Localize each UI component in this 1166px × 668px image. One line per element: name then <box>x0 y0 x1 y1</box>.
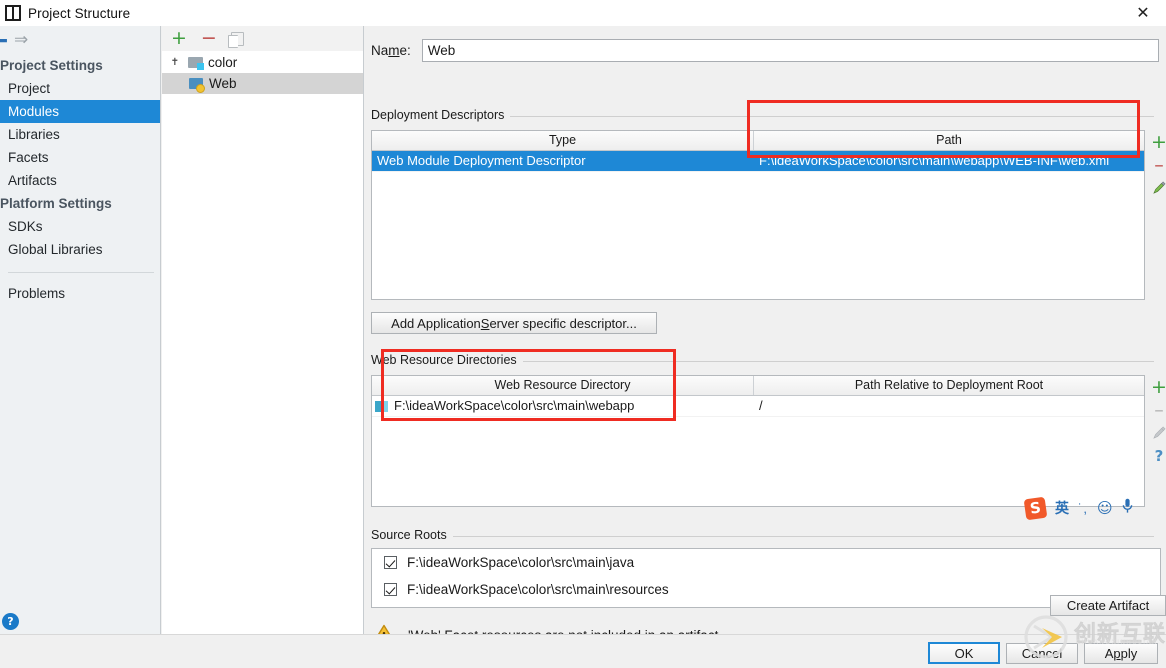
source-roots-title: Source Roots <box>371 528 453 542</box>
idea-icon <box>5 5 21 21</box>
list-item-label: F:\ideaWorkSpace\color\src\main\resource… <box>407 582 669 597</box>
deployment-descriptors-tools: + – <box>1148 132 1166 195</box>
apply-button[interactable]: Ap ply <box>1084 643 1158 664</box>
edit-icon <box>1152 426 1166 440</box>
name-input[interactable] <box>421 39 1159 62</box>
ok-button[interactable]: OK <box>928 642 1000 664</box>
ime-microphone-icon[interactable] <box>1122 498 1133 518</box>
tree-node-web[interactable]: Web <box>162 73 363 94</box>
sidebar-item-global-libraries[interactable]: Global Libraries <box>0 238 160 261</box>
back-arrow-icon[interactable]: ⬅ <box>0 33 12 47</box>
cell-type: Web Module Deployment Descriptor <box>377 153 586 168</box>
ime-punctuation-icon[interactable]: ˙, <box>1078 501 1088 516</box>
sidebar-group-project-settings: Project Settings <box>0 58 103 73</box>
group-divider <box>371 536 1154 537</box>
name-label: Name: <box>371 43 411 58</box>
list-item-label: F:\ideaWorkSpace\color\src\main\java <box>407 555 635 570</box>
ime-mode-icon[interactable]: 英 <box>1055 498 1069 518</box>
ime-emoji-icon[interactable]: ☺ <box>1097 499 1113 517</box>
web-facet-icon <box>189 77 205 93</box>
checkbox[interactable] <box>384 556 397 569</box>
module-folder-icon <box>188 56 204 70</box>
web-resource-directories-tools: + – ? <box>1148 377 1166 464</box>
web-resource-directories-group: Web Resource Directories <box>371 353 1154 367</box>
folder-icon <box>375 400 388 412</box>
tree-node-label: Web <box>209 76 237 91</box>
checkbox[interactable] <box>384 583 397 596</box>
cell-path: F:\ideaWorkSpace\color\src\main\webapp\W… <box>759 153 1110 168</box>
deployment-descriptors-table[interactable]: Type Path Web Module Deployment Descript… <box>371 130 1145 300</box>
help-icon[interactable]: ? <box>1155 449 1164 464</box>
sidebar-item-sdks[interactable]: SDKs <box>0 215 160 238</box>
modules-tree-panel: + − ✝ color Web <box>162 26 364 634</box>
add-icon[interactable]: + <box>1151 378 1166 397</box>
sidebar-item-libraries[interactable]: Libraries <box>0 123 160 146</box>
cell-web-resource-directory: F:\ideaWorkSpace\color\src\main\webapp <box>372 396 754 416</box>
table-header: Web Resource Directory Path Relative to … <box>372 376 1144 396</box>
table-header: Type Path <box>372 131 1144 151</box>
window-title: Project Structure <box>28 5 131 21</box>
cell-text: F:\ideaWorkSpace\color\src\main\webapp <box>394 398 635 413</box>
sidebar-item-artifacts[interactable]: Artifacts <box>0 169 160 192</box>
sogou-logo-icon[interactable]: S <box>1023 496 1048 520</box>
sidebar-item-problems[interactable]: Problems <box>0 282 160 305</box>
edit-icon[interactable] <box>1152 181 1166 195</box>
tree-node-color[interactable]: ✝ color <box>162 52 363 73</box>
modules-tree-toolbar: + − <box>162 26 363 52</box>
column-header-type[interactable]: Type <box>372 131 754 150</box>
cancel-button[interactable]: Cancel <box>1006 643 1078 664</box>
source-roots-list: F:\ideaWorkSpace\color\src\main\java F:\… <box>371 548 1161 608</box>
tree-node-label: color <box>208 55 238 70</box>
title-bar: Project Structure ✕ <box>0 0 1166 26</box>
forward-arrow-icon[interactable]: ⇒ <box>14 31 34 48</box>
web-resource-directories-table[interactable]: Web Resource Directory Path Relative to … <box>371 375 1145 507</box>
chevron-down-icon[interactable]: ✝ <box>168 57 182 68</box>
sidebar-item-project[interactable]: Project <box>0 77 160 100</box>
copy-icon[interactable] <box>227 31 244 48</box>
table-row[interactable]: Web Module Deployment Descriptor F:\idea… <box>372 151 1144 172</box>
sidebar-item-modules[interactable]: Modules <box>0 100 160 123</box>
sidebar-group-platform-settings: Platform Settings <box>0 196 112 211</box>
add-app-server-descriptor-button[interactable]: Add Application Server specific descript… <box>371 312 657 334</box>
sidebar-nav-toolbar: ⬅ ⇒ <box>0 26 160 54</box>
create-artifact-button[interactable]: Create Artifact <box>1050 595 1166 616</box>
project-structure-dialog: Project Structure ✕ ⬅ ⇒ Project Settings… <box>0 0 1166 668</box>
add-icon[interactable]: + <box>1151 133 1166 152</box>
deployment-descriptors-title: Deployment Descriptors <box>371 108 511 122</box>
deployment-descriptors-group: Deployment Descriptors <box>371 108 1154 122</box>
close-icon[interactable]: ✕ <box>1126 2 1160 24</box>
name-row: Name: <box>371 39 1159 62</box>
table-row[interactable]: F:\ideaWorkSpace\color\src\main\webapp / <box>372 396 1144 417</box>
remove-icon: – <box>1154 399 1164 421</box>
remove-module-icon[interactable]: − <box>201 29 217 48</box>
remove-icon[interactable]: – <box>1154 156 1164 175</box>
sidebar-item-facets[interactable]: Facets <box>0 146 160 169</box>
cell-relative-path: / <box>759 398 763 413</box>
help-icon[interactable]: ? <box>2 613 19 630</box>
column-header-path[interactable]: Path <box>754 131 1144 150</box>
list-item[interactable]: F:\ideaWorkSpace\color\src\main\java <box>372 549 1160 576</box>
module-detail-panel: Name: Deployment Descriptors Type Path W… <box>365 26 1166 646</box>
sidebar-divider <box>8 272 154 273</box>
list-item[interactable]: F:\ideaWorkSpace\color\src\main\resource… <box>372 576 1160 603</box>
column-header-path-relative[interactable]: Path Relative to Deployment Root <box>754 376 1144 395</box>
column-header-web-resource-directory[interactable]: Web Resource Directory <box>372 376 754 395</box>
ime-toolbar: S 英 ˙, ☺ <box>1023 496 1133 520</box>
add-module-icon[interactable]: + <box>171 29 187 48</box>
web-resource-directories-title: Web Resource Directories <box>371 353 523 367</box>
source-roots-group: Source Roots <box>371 528 1154 542</box>
settings-sidebar: ⬅ ⇒ Project Settings Project Modules Lib… <box>0 26 161 634</box>
